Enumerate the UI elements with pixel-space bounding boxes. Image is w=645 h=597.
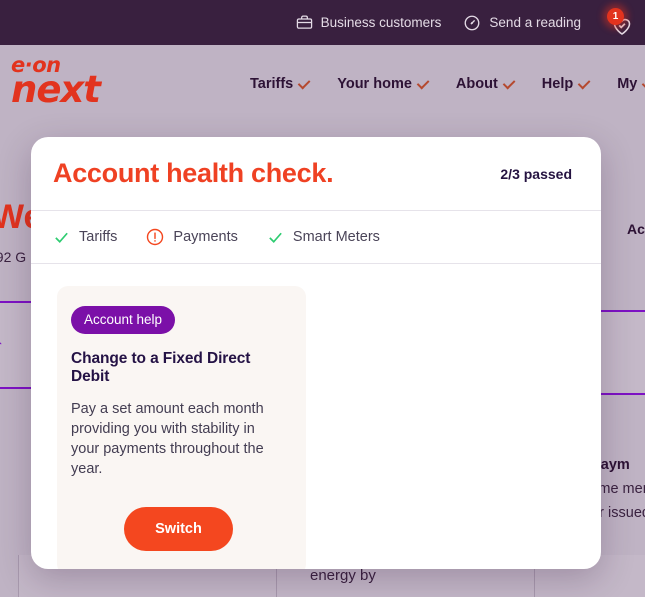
briefcase-icon xyxy=(296,15,312,29)
nav-item-help-label: Help xyxy=(541,76,574,92)
background-right-card[interactable] xyxy=(600,310,645,395)
nav-item-help[interactable]: Help xyxy=(542,76,591,92)
chevron-down-icon xyxy=(502,76,516,89)
account-health-check-modal: Account health check. 2/3 passed Tariffs xyxy=(31,137,601,569)
promo-title: Change to a Fixed Direct Debit xyxy=(71,350,251,385)
business-customers-link[interactable]: Business customers xyxy=(296,14,442,31)
status-badge: 2/3 passed xyxy=(500,165,572,182)
chevron-down-icon xyxy=(297,76,311,89)
status-item-payments-label: Payments xyxy=(173,229,238,245)
main-navbar: e·on next Tariffs Your home About Help M… xyxy=(0,45,645,123)
status-item-tariffs-label: Tariffs xyxy=(79,229,118,245)
promo-card: Account help Change to a Fixed Direct De… xyxy=(57,286,306,569)
status-item-smart-meters: Smart Meters xyxy=(267,229,380,246)
status-item-payments: Payments xyxy=(146,228,238,246)
modal-header: Account health check. 2/3 passed xyxy=(31,137,601,211)
nav-item-about[interactable]: About xyxy=(456,76,516,92)
send-a-reading-link[interactable]: Send a reading xyxy=(463,14,581,32)
utility-topbar: Business customers Send a reading 1 xyxy=(0,0,645,45)
saved-items-button[interactable]: 1 xyxy=(607,7,637,38)
nav-item-about-label: About xyxy=(455,76,498,92)
status-item-tariffs: Tariffs xyxy=(53,229,117,246)
promo-description: Pay a set amount each month providing yo… xyxy=(71,401,264,477)
nav-item-tariffs-label: Tariffs xyxy=(250,76,294,92)
modal-body: Account help Change to a Fixed Direct De… xyxy=(31,264,601,569)
switch-button[interactable]: Switch xyxy=(124,507,233,551)
chevron-down-icon xyxy=(416,76,430,89)
saved-items-badge: 1 xyxy=(607,7,624,25)
page-title: Account health check. xyxy=(53,158,334,188)
health-check-status-row: Tariffs Payments Smart Meters xyxy=(31,211,601,264)
check-icon xyxy=(269,232,282,243)
chevron-down-icon xyxy=(577,76,591,89)
check-icon xyxy=(55,232,68,243)
background-right-heading: Ac xyxy=(627,221,645,237)
eon-next-logo[interactable]: e·on next xyxy=(11,53,111,113)
status-item-smart-meters-label: Smart Meters xyxy=(292,229,380,245)
nav-item-my-account-label: My xyxy=(617,76,638,92)
logo-next-text: next xyxy=(11,68,101,111)
nav-items: Tariffs Your home About Help My xyxy=(250,45,645,123)
nav-item-your-home[interactable]: Your home xyxy=(337,76,430,92)
carousel-next-arrow-icon[interactable] xyxy=(586,337,601,383)
nav-item-tariffs[interactable]: Tariffs xyxy=(250,76,311,92)
exclamation-circle-icon xyxy=(147,228,164,246)
meter-gauge-icon xyxy=(464,15,480,30)
background-account-subtext: 192 G xyxy=(0,249,27,265)
business-customers-label: Business customers xyxy=(320,15,442,30)
nav-item-your-home-label: Your home xyxy=(337,76,412,92)
send-a-reading-label: Send a reading xyxy=(489,15,581,30)
app-screen: We 192 G Ac xt paym payme ment is s afte… xyxy=(0,0,645,597)
panel-divider-left xyxy=(18,555,19,597)
bell-icon xyxy=(0,342,2,345)
nav-item-my-account[interactable]: My xyxy=(617,76,645,92)
promo-badge: Account help xyxy=(71,306,176,334)
background-energy-label: energy by xyxy=(310,567,376,584)
